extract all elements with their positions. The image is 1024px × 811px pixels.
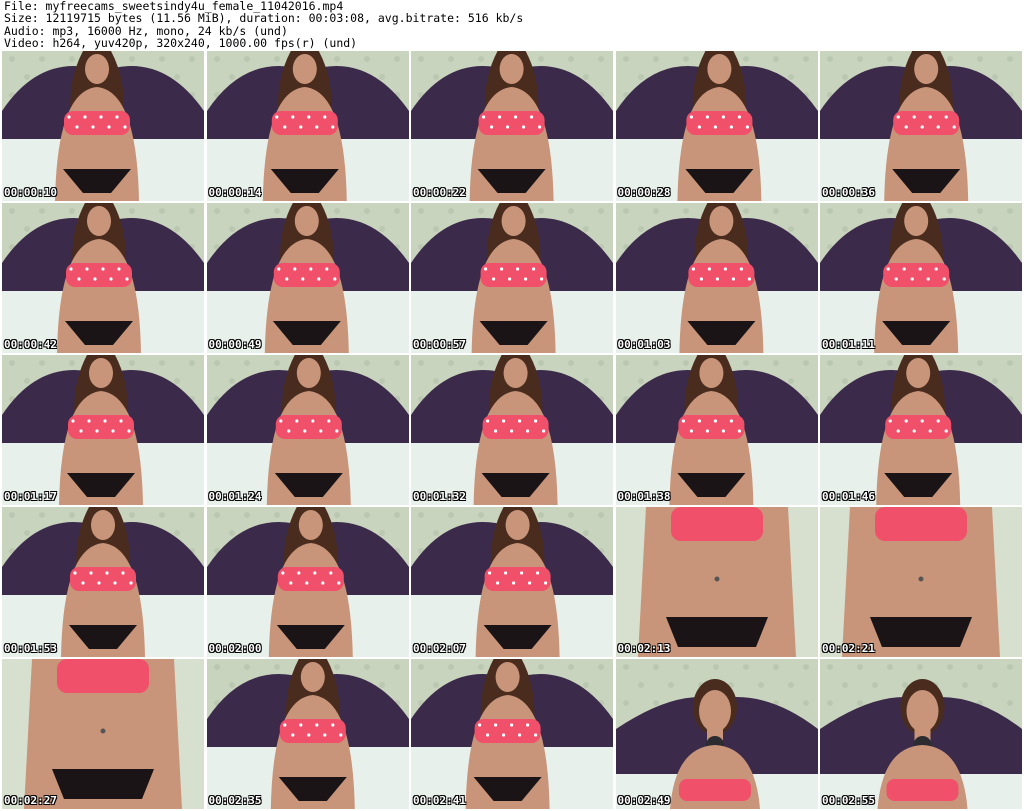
frame-timestamp: 00:01:46 [822, 490, 875, 503]
frame-image [615, 507, 818, 657]
video-frame-thumbnail: 00:00:10 [2, 51, 204, 201]
frame-image [820, 355, 1022, 505]
frame-image [615, 355, 818, 505]
video-frame-thumbnail: 00:02:00 [206, 507, 409, 657]
frame-timestamp: 00:01:53 [4, 642, 57, 655]
frame-image [820, 507, 1022, 657]
file-info-header: File: myfreecams_sweetsindy4u_female_110… [4, 0, 1020, 50]
video-frame-thumbnail: 00:02:21 [820, 507, 1022, 657]
frame-image [2, 355, 204, 505]
video-frame-thumbnail: 00:01:24 [206, 355, 409, 505]
video-frame-thumbnail: 00:00:49 [206, 203, 409, 353]
file-size-line: Size: 12119715 bytes (11.56 MiB), durati… [4, 11, 524, 26]
frame-timestamp: 00:00:49 [208, 338, 262, 351]
video-frame-thumbnail: 00:02:35 [206, 659, 409, 809]
frame-timestamp: 00:00:42 [4, 338, 57, 351]
frame-image [615, 51, 818, 201]
frame-timestamp: 00:01:32 [413, 490, 466, 503]
frame-timestamp: 00:02:13 [617, 642, 671, 655]
frame-image [411, 659, 613, 809]
frame-timestamp: 00:02:27 [4, 794, 57, 807]
frame-image [411, 51, 613, 201]
video-frame-thumbnail: 00:02:55 [820, 659, 1022, 809]
video-frame-thumbnail: 00:00:14 [206, 51, 409, 201]
video-frame-thumbnail: 00:01:03 [615, 203, 818, 353]
video-frame-thumbnail: 00:02:41 [411, 659, 613, 809]
video-frame-thumbnail: 00:02:13 [615, 507, 818, 657]
video-frame-thumbnail: 00:02:49 [615, 659, 818, 809]
frame-image [820, 203, 1022, 353]
frame-timestamp: 00:00:22 [413, 186, 466, 199]
frame-timestamp: 00:00:14 [208, 186, 262, 199]
video-frame-thumbnail: 00:00:28 [615, 51, 818, 201]
frame-image [206, 507, 409, 657]
frame-timestamp: 00:02:49 [617, 794, 671, 807]
frame-timestamp: 00:02:21 [822, 642, 875, 655]
frame-timestamp: 00:02:07 [413, 642, 466, 655]
frame-timestamp: 00:00:57 [413, 338, 466, 351]
frame-timestamp: 00:02:41 [413, 794, 466, 807]
frame-image [2, 659, 204, 809]
video-frame-thumbnail: 00:01:38 [615, 355, 818, 505]
frame-timestamp: 00:01:17 [4, 490, 57, 503]
frame-timestamp: 00:00:10 [4, 186, 57, 199]
thumbnail-grid: 00:00:10 00:00:14 00:00:22 00:00:28 00:00:36… [2, 51, 1022, 809]
video-frame-thumbnail: 00:00:57 [411, 203, 613, 353]
frame-timestamp: 00:02:35 [208, 794, 262, 807]
frame-image [2, 51, 204, 201]
frame-image [206, 51, 409, 201]
video-frame-thumbnail: 00:00:22 [411, 51, 613, 201]
frame-image [615, 659, 818, 809]
video-frame-thumbnail: 00:00:36 [820, 51, 1022, 201]
frame-image [411, 355, 613, 505]
frame-timestamp: 00:01:38 [617, 490, 671, 503]
frame-timestamp: 00:00:28 [617, 186, 671, 199]
frame-image [411, 507, 613, 657]
frame-image [206, 355, 409, 505]
video-frame-thumbnail: 00:01:46 [820, 355, 1022, 505]
frame-image [820, 659, 1022, 809]
frame-timestamp: 00:02:55 [822, 794, 875, 807]
frame-image [411, 203, 613, 353]
frame-image [2, 203, 204, 353]
frame-timestamp: 00:01:11 [822, 338, 875, 351]
frame-image [820, 51, 1022, 201]
video-frame-thumbnail: 00:00:42 [2, 203, 204, 353]
video-frame-thumbnail: 00:01:17 [2, 355, 204, 505]
frame-image [206, 203, 409, 353]
frame-timestamp: 00:01:03 [617, 338, 671, 351]
video-frame-thumbnail: 00:01:32 [411, 355, 613, 505]
video-frame-thumbnail: 00:01:11 [820, 203, 1022, 353]
frame-image [615, 203, 818, 353]
video-frame-thumbnail: 00:02:27 [2, 659, 204, 809]
frame-image [206, 659, 409, 809]
frame-image [2, 507, 204, 657]
frame-timestamp: 00:01:24 [208, 490, 262, 503]
frame-timestamp: 00:02:00 [208, 642, 262, 655]
frame-timestamp: 00:00:36 [822, 186, 875, 199]
video-info-line: Video: h264, yuv420p, 320x240, 1000.00 f… [4, 36, 358, 51]
video-frame-thumbnail: 00:02:07 [411, 507, 613, 657]
video-frame-thumbnail: 00:01:53 [2, 507, 204, 657]
